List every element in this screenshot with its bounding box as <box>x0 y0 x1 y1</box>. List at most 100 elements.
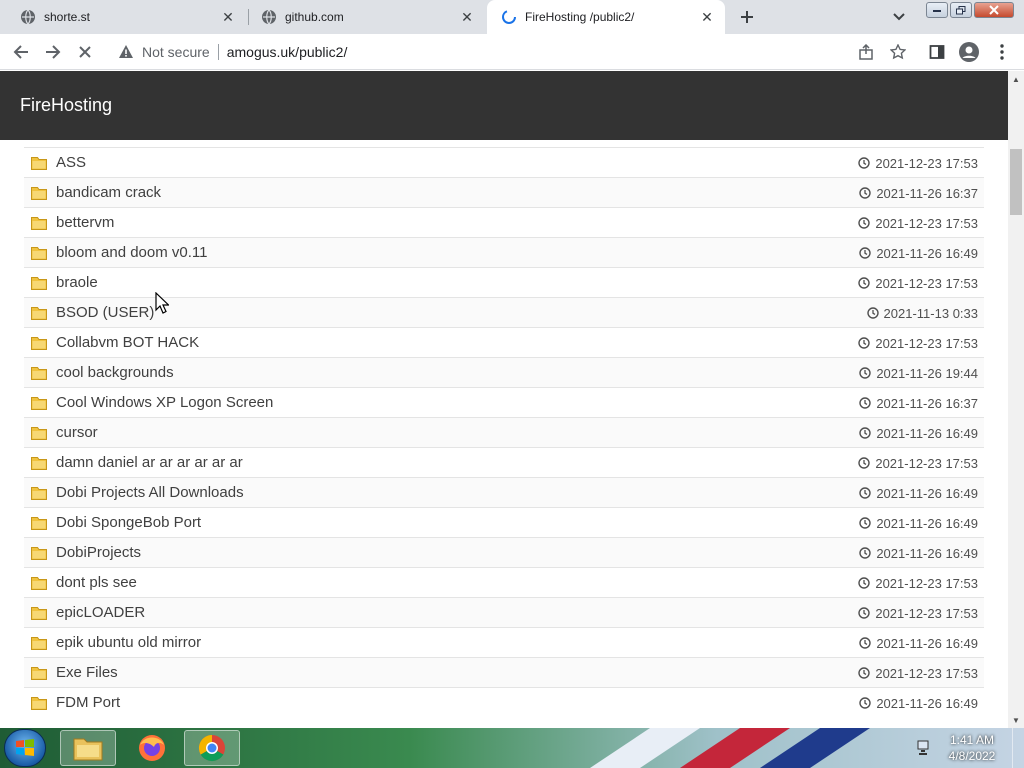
url-text[interactable]: amogus.uk/public2/ <box>227 44 348 60</box>
folder-icon <box>31 576 47 590</box>
restore-button[interactable] <box>950 2 972 18</box>
folder-name[interactable]: cool backgrounds <box>56 364 174 381</box>
profile-button[interactable] <box>956 39 982 65</box>
file-list-row[interactable]: Dobi SpongeBob Port 2021-11-26 16:49 <box>24 507 984 537</box>
modified-date: 2021-11-26 16:37 <box>859 178 978 208</box>
back-button[interactable] <box>8 39 34 65</box>
folder-name[interactable]: braole <box>56 274 98 291</box>
modified-date: 2021-11-26 16:49 <box>859 418 978 448</box>
taskbar-chrome[interactable] <box>184 730 240 766</box>
file-list-row[interactable]: FDM Port 2021-11-26 16:49 <box>24 687 984 717</box>
network-icon[interactable] <box>916 740 932 756</box>
folder-name[interactable]: bettervm <box>56 214 114 231</box>
clock-icon <box>858 157 871 169</box>
file-list: ASS 2021-12-23 17:53 bandicam crack 2021… <box>24 147 984 717</box>
folder-name[interactable]: DobiProjects <box>56 544 141 561</box>
site-brand[interactable]: FireHosting <box>20 95 112 116</box>
folder-name[interactable]: damn daniel ar ar ar ar ar ar <box>56 454 243 471</box>
plus-icon <box>741 11 753 23</box>
modified-date: 2021-11-13 0:33 <box>866 298 978 328</box>
folder-name[interactable]: Cool Windows XP Logon Screen <box>56 394 273 411</box>
file-list-row[interactable]: dont pls see 2021-12-23 17:53 <box>24 567 984 597</box>
modified-date-text: 2021-12-23 17:53 <box>875 335 978 351</box>
scroll-down-button[interactable]: ▼ <box>1008 712 1024 728</box>
forward-button[interactable] <box>40 39 66 65</box>
folder-icon <box>31 276 47 290</box>
clock-icon <box>859 487 872 499</box>
file-list-row[interactable]: DobiProjects 2021-11-26 16:49 <box>24 537 984 567</box>
new-tab-button[interactable] <box>734 4 760 30</box>
folder-name[interactable]: FDM Port <box>56 694 120 711</box>
window-controls <box>924 2 1014 20</box>
scroll-up-button[interactable]: ▲ <box>1008 71 1024 87</box>
tab-close-icon[interactable]: ✕ <box>220 9 236 25</box>
file-list-row[interactable]: Dobi Projects All Downloads 2021-11-26 1… <box>24 477 984 507</box>
tab-title: github.com <box>285 10 344 24</box>
folder-name[interactable]: epik ubuntu old mirror <box>56 634 201 651</box>
share-icon <box>859 44 873 60</box>
start-button[interactable] <box>4 729 46 767</box>
folder-name[interactable]: Dobi SpongeBob Port <box>56 514 201 531</box>
folder-name[interactable]: dont pls see <box>56 574 137 591</box>
clock-icon <box>858 577 871 589</box>
folder-name[interactable]: Dobi Projects All Downloads <box>56 484 244 501</box>
modified-date: 2021-11-26 16:49 <box>859 688 978 718</box>
clock-icon <box>859 397 872 409</box>
side-panel-button[interactable] <box>924 39 950 65</box>
modified-date: 2021-11-26 16:49 <box>859 628 978 658</box>
modified-date-text: 2021-12-23 17:53 <box>875 275 978 291</box>
file-list-row[interactable]: Cool Windows XP Logon Screen 2021-11-26 … <box>24 387 984 417</box>
file-list-row[interactable]: epik ubuntu old mirror 2021-11-26 16:49 <box>24 627 984 657</box>
folder-name[interactable]: cursor <box>56 424 98 441</box>
folder-name[interactable]: bandicam crack <box>56 184 161 201</box>
folder-name[interactable]: Collabvm BOT HACK <box>56 334 199 351</box>
taskbar-clock[interactable]: 1:41 AM 4/8/2022 <box>940 732 1004 764</box>
vertical-scrollbar[interactable]: ▲ ▼ <box>1008 71 1024 728</box>
taskbar-explorer[interactable] <box>60 730 116 766</box>
folder-name[interactable]: BSOD (USER) <box>56 304 154 321</box>
file-list-row[interactable]: ASS 2021-12-23 17:53 <box>24 147 984 177</box>
scrollbar-thumb[interactable] <box>1010 149 1022 215</box>
stop-button[interactable] <box>72 39 98 65</box>
tab-close-icon[interactable]: ✕ <box>699 9 715 25</box>
warning-icon <box>119 45 133 58</box>
file-list-row[interactable]: bloom and doom v0.11 2021-11-26 16:49 <box>24 237 984 267</box>
clock-date: 4/8/2022 <box>948 749 996 763</box>
folder-name[interactable]: ASS <box>56 154 86 171</box>
tab-close-icon[interactable]: ✕ <box>459 9 475 25</box>
file-list-row[interactable]: epicLOADER 2021-12-23 17:53 <box>24 597 984 627</box>
file-list-row[interactable]: damn daniel ar ar ar ar ar ar 2021-12-23… <box>24 447 984 477</box>
bookmark-button[interactable] <box>885 39 911 65</box>
folder-icon <box>31 396 47 410</box>
folder-name[interactable]: bloom and doom v0.11 <box>56 244 208 261</box>
file-list-row[interactable]: bettervm 2021-12-23 17:53 <box>24 207 984 237</box>
file-list-row[interactable]: Collabvm BOT HACK 2021-12-23 17:53 <box>24 327 984 357</box>
file-list-row[interactable]: bandicam crack 2021-11-26 16:37 <box>24 177 984 207</box>
tab-firehosting[interactable]: FireHosting /public2/ ✕ <box>487 0 725 34</box>
folder-icon <box>31 156 47 170</box>
folder-name[interactable]: epicLOADER <box>56 604 145 621</box>
modified-date: 2021-11-26 16:37 <box>859 388 978 418</box>
file-list-row[interactable]: Exe Files 2021-12-23 17:53 <box>24 657 984 687</box>
file-list-row[interactable]: cursor 2021-11-26 16:49 <box>24 417 984 447</box>
tab-search-button[interactable] <box>887 5 911 29</box>
folder-icon <box>31 306 47 320</box>
folder-name[interactable]: Exe Files <box>56 664 118 681</box>
folder-icon <box>31 636 47 650</box>
menu-button[interactable] <box>989 39 1015 65</box>
tab-shortest[interactable]: shorte.st ✕ <box>6 0 246 34</box>
close-window-button[interactable] <box>974 2 1014 18</box>
share-button[interactable] <box>853 39 879 65</box>
close-icon <box>989 5 999 15</box>
clock-icon <box>859 517 872 529</box>
file-list-row[interactable]: cool backgrounds 2021-11-26 19:44 <box>24 357 984 387</box>
address-bar[interactable]: Not secure amogus.uk/public2/ <box>108 38 884 66</box>
show-desktop-button[interactable] <box>1012 728 1024 768</box>
minimize-button[interactable] <box>926 2 948 18</box>
security-label[interactable]: Not secure <box>142 44 210 60</box>
firefox-icon <box>139 735 165 761</box>
tab-github[interactable]: github.com ✕ <box>247 0 485 34</box>
modified-date-text: 2021-11-26 16:49 <box>876 425 978 441</box>
taskbar-firefox[interactable] <box>124 730 180 766</box>
modified-date-text: 2021-11-26 19:44 <box>876 365 978 381</box>
